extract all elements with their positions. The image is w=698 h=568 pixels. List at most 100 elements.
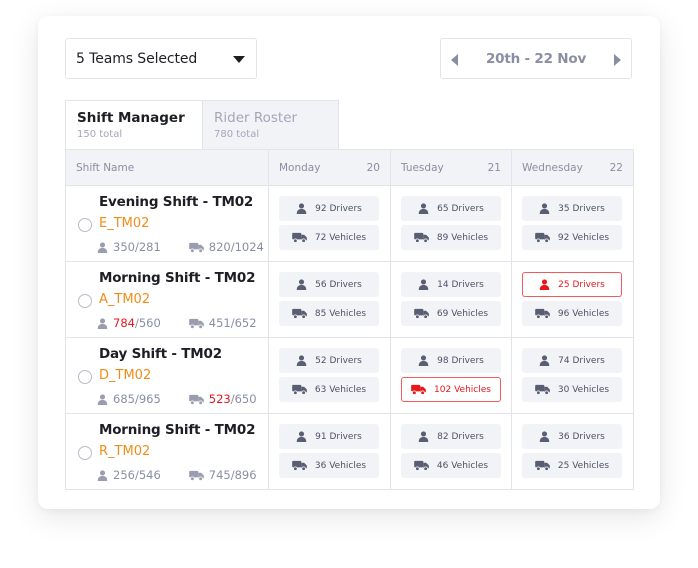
truck-icon <box>292 308 307 319</box>
drivers-pill[interactable]: 36 Drivers <box>522 424 622 449</box>
drivers-pill[interactable]: 35 Drivers <box>522 196 622 221</box>
person-icon <box>539 203 550 214</box>
truck-icon <box>188 470 204 481</box>
person-icon <box>418 279 429 290</box>
day-cell: 92 Drivers 72 Vehicles <box>268 185 391 262</box>
day-cell: 98 Drivers 102 Vehicles <box>390 337 512 414</box>
shift-code: D_TM02 <box>99 368 152 383</box>
vehicles-pill[interactable]: 92 Vehicles <box>522 225 622 250</box>
person-icon <box>296 279 307 290</box>
person-icon <box>539 431 550 442</box>
vehicles-pill[interactable]: 30 Vehicles <box>522 377 622 402</box>
drivers-pill[interactable]: 25 Drivers <box>522 272 622 297</box>
shift-code: A_TM02 <box>99 292 151 307</box>
day-cell: 52 Drivers 63 Vehicles <box>268 337 391 414</box>
person-icon <box>97 393 108 405</box>
day-date: 20 <box>366 161 380 174</box>
person-icon <box>296 355 307 366</box>
shift-name: Morning Shift - TM02 <box>99 270 256 286</box>
shift-table: Shift Name Monday 20 Tuesday 21 Wednesday 2… <box>65 149 634 490</box>
vehicles-pill[interactable]: 102 Vehicles <box>401 377 501 402</box>
shift-radio[interactable] <box>78 218 92 232</box>
header-day: Tuesday 21 <box>390 149 512 186</box>
vehicles-count: 36 Vehicles <box>314 460 367 471</box>
vehicles-count: 25 Vehicles <box>557 460 610 471</box>
drivers-count: 36 Drivers <box>558 431 605 442</box>
shift-name: Evening Shift - TM02 <box>99 194 254 210</box>
person-icon <box>97 317 108 329</box>
vehicles-count: 69 Vehicles <box>436 308 489 319</box>
vehicles-actual: 451 <box>208 316 231 330</box>
drivers-pill[interactable]: 74 Drivers <box>522 348 622 373</box>
drivers-pill[interactable]: 52 Drivers <box>279 348 379 373</box>
shift-stats: 784/560 451/652 <box>97 316 257 330</box>
table-row: Morning Shift - TM02 A_TM02 784/560 451/… <box>65 261 634 338</box>
day-date: 21 <box>487 161 501 174</box>
vehicles-pill[interactable]: 36 Vehicles <box>279 453 379 478</box>
caret-right-icon[interactable] <box>611 53 621 67</box>
drivers-count: 91 Drivers <box>315 431 362 442</box>
vehicles-count: 63 Vehicles <box>314 384 367 395</box>
tab-rider-roster[interactable]: Rider Roster 780 total <box>202 100 339 150</box>
drivers-pill[interactable]: 14 Drivers <box>401 272 501 297</box>
person-icon <box>539 355 550 366</box>
drivers-count: 74 Drivers <box>558 355 605 366</box>
drivers-actual: 685 <box>113 392 135 406</box>
truck-icon <box>414 460 429 471</box>
vehicle-stat: 820/1024 <box>188 240 264 254</box>
team-select-dropdown[interactable]: 5 Teams Selected <box>65 38 257 79</box>
drivers-pill[interactable]: 82 Drivers <box>401 424 501 449</box>
vehicles-pill[interactable]: 72 Vehicles <box>279 225 379 250</box>
vehicles-pill[interactable]: 69 Vehicles <box>401 301 501 326</box>
drivers-pill[interactable]: 65 Drivers <box>401 196 501 221</box>
shift-cell: Day Shift - TM02 D_TM02 685/965 523/650 <box>65 337 269 414</box>
person-icon <box>97 241 108 253</box>
day-cell: 91 Drivers 36 Vehicles <box>268 413 391 490</box>
shift-stats: 350/281 820/1024 <box>97 240 264 254</box>
person-icon <box>418 355 429 366</box>
vehicles-actual: 745 <box>208 468 231 482</box>
vehicles-count: 92 Vehicles <box>557 232 610 243</box>
shift-name: Day Shift - TM02 <box>99 346 222 362</box>
vehicles-count: 72 Vehicles <box>314 232 367 243</box>
vehicles-count: 85 Vehicles <box>314 308 367 319</box>
truck-icon <box>535 384 550 395</box>
shift-radio[interactable] <box>78 294 92 308</box>
day-cell: 65 Drivers 89 Vehicles <box>390 185 512 262</box>
tab-subtitle: 780 total <box>214 129 260 140</box>
vehicle-stat: 523/650 <box>188 392 257 406</box>
vehicles-count: 96 Vehicles <box>557 308 610 319</box>
truck-icon <box>188 394 204 405</box>
day-cell: 74 Drivers 30 Vehicles <box>511 337 634 414</box>
person-icon <box>296 431 307 442</box>
drivers-total: /560 <box>134 316 161 330</box>
drivers-pill[interactable]: 56 Drivers <box>279 272 379 297</box>
table-row: Morning Shift - TM02 R_TM02 256/546 745/… <box>65 413 634 490</box>
day-cell: 35 Drivers 92 Vehicles <box>511 185 634 262</box>
vehicles-pill[interactable]: 46 Vehicles <box>401 453 501 478</box>
drivers-count: 14 Drivers <box>437 279 484 290</box>
vehicles-pill[interactable]: 63 Vehicles <box>279 377 379 402</box>
vehicles-actual: 523 <box>208 392 231 406</box>
drivers-total: /965 <box>134 392 161 406</box>
day-cell: 25 Drivers 96 Vehicles <box>511 261 634 338</box>
vehicles-pill[interactable]: 96 Vehicles <box>522 301 622 326</box>
vehicles-count: 46 Vehicles <box>436 460 489 471</box>
truck-icon <box>535 308 550 319</box>
vehicles-pill[interactable]: 85 Vehicles <box>279 301 379 326</box>
driver-stat: 685/965 <box>97 392 161 406</box>
tab-shift-manager[interactable]: Shift Manager 150 total <box>65 100 202 150</box>
drivers-count: 65 Drivers <box>437 203 484 214</box>
caret-left-icon[interactable] <box>451 53 461 67</box>
shift-radio[interactable] <box>78 446 92 460</box>
drivers-pill[interactable]: 92 Drivers <box>279 196 379 221</box>
shift-radio[interactable] <box>78 370 92 384</box>
person-icon <box>418 203 429 214</box>
drivers-pill[interactable]: 91 Drivers <box>279 424 379 449</box>
drivers-pill[interactable]: 98 Drivers <box>401 348 501 373</box>
vehicles-total: /652 <box>230 316 257 330</box>
vehicles-pill[interactable]: 89 Vehicles <box>401 225 501 250</box>
shift-code: R_TM02 <box>99 444 151 459</box>
vehicles-pill[interactable]: 25 Vehicles <box>522 453 622 478</box>
table-row: Evening Shift - TM02 E_TM02 350/281 820/… <box>65 185 634 262</box>
